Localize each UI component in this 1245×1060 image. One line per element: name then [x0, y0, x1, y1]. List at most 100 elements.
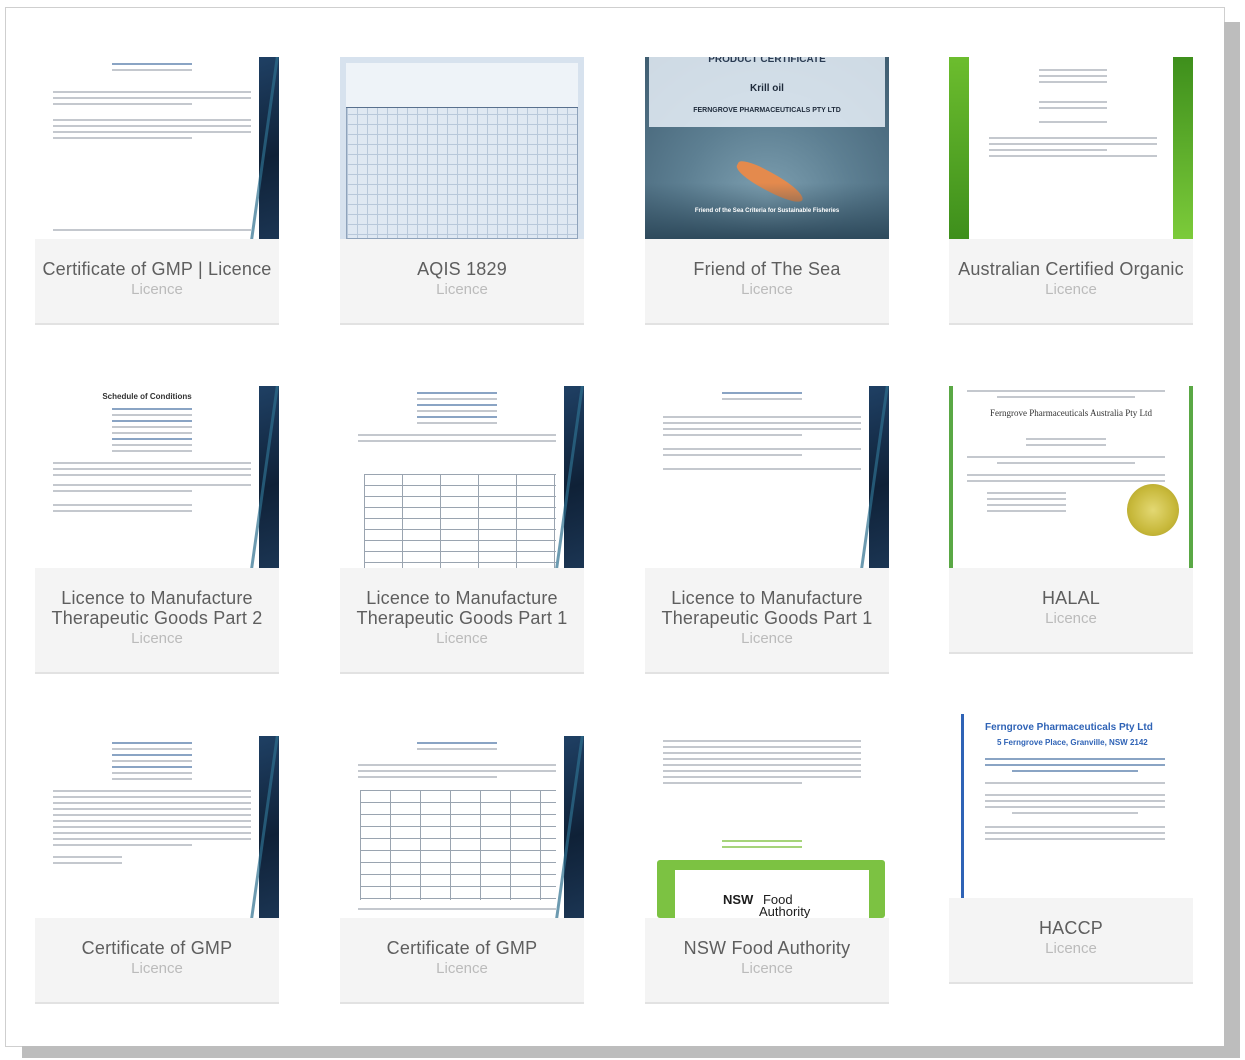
- card-title[interactable]: Certificate of GMP: [35, 918, 279, 958]
- card-title[interactable]: HALAL: [949, 568, 1193, 608]
- card-title[interactable]: Licence to Manufacture Therapeutic Goods…: [340, 568, 584, 628]
- card-info: AQIS 1829 Licence: [340, 239, 584, 325]
- card-subtitle: Licence: [436, 630, 488, 647]
- frame-shadow-bottom: [22, 1046, 1240, 1058]
- card-title[interactable]: Licence to Manufacture Therapeutic Goods…: [645, 568, 889, 628]
- document-text-lines: [989, 69, 1157, 161]
- card-title[interactable]: Australian Certified Organic: [949, 239, 1193, 279]
- document-table: [364, 474, 556, 568]
- navy-band-decoration: [259, 57, 279, 239]
- certificate-product: Krill oil: [750, 83, 784, 94]
- card-subtitle: Licence: [741, 630, 793, 647]
- certificate-card[interactable]: Australian Certified Organic Licence: [949, 57, 1193, 325]
- blue-border-decoration: [961, 714, 964, 898]
- certificate-card[interactable]: Ferngrove Pharmaceuticals Australia Pty …: [949, 386, 1193, 654]
- certificate-card[interactable]: Schedule of Conditions Licence to Manufa…: [35, 386, 279, 674]
- card-title[interactable]: Certificate of GMP: [340, 918, 584, 958]
- card-title[interactable]: NSW Food Authority: [645, 918, 889, 958]
- halal-seal-icon: [1127, 484, 1179, 536]
- navy-band-decoration: [869, 386, 889, 568]
- certificate-card[interactable]: Licence to Manufacture Therapeutic Goods…: [645, 386, 889, 674]
- card-title[interactable]: Friend of The Sea: [645, 239, 889, 279]
- card-subtitle: Licence: [436, 281, 488, 298]
- schedule-title: Schedule of Conditions: [102, 392, 192, 401]
- certificate-card[interactable]: Certificate of GMP Licence: [340, 736, 584, 1004]
- nsw-food-authority-logo: NSW Food Authority: [723, 892, 811, 918]
- card-title-line: Therapeutic Goods Part 1: [661, 608, 873, 628]
- nsw-logo-text: NSW: [723, 892, 754, 907]
- card-subtitle: Licence: [131, 630, 183, 647]
- document-text-lines: [663, 740, 861, 788]
- certificate-thumbnail[interactable]: Schedule of Conditions: [35, 386, 279, 568]
- certificate-card[interactable]: AQIS 1829 Licence: [340, 57, 584, 325]
- card-title-line: Licence to Manufacture: [671, 588, 863, 608]
- card-title[interactable]: AQIS 1829: [340, 239, 584, 279]
- green-border-decoration: [1189, 386, 1193, 568]
- certificate-company: FERNGROVE PHARMACEUTICALS PTY LTD: [693, 107, 841, 114]
- certificate-thumbnail[interactable]: [949, 57, 1193, 239]
- card-title-line: Licence to Manufacture: [61, 588, 253, 608]
- certificate-card[interactable]: NSW Food Authority NSW Food Authority Li…: [645, 736, 889, 1004]
- card-subtitle: Licence: [1045, 610, 1097, 627]
- navy-band-decoration: [259, 736, 279, 918]
- halal-company: Ferngrove Pharmaceuticals Australia Pty …: [990, 408, 1152, 418]
- certificate-thumbnail[interactable]: [35, 736, 279, 918]
- navy-band-decoration: [259, 386, 279, 568]
- card-subtitle: Licence: [741, 960, 793, 977]
- certificate-thumbnail[interactable]: [340, 736, 584, 918]
- haccp-company: Ferngrove Pharmaceuticals Pty Ltd: [985, 722, 1153, 733]
- certificate-thumbnail[interactable]: NSW Food Authority: [645, 736, 889, 918]
- document-text-lines: [358, 392, 556, 446]
- card-info: NSW Food Authority Licence: [645, 918, 889, 1004]
- certificate-thumbnail[interactable]: [340, 57, 584, 239]
- document-text-lines: [358, 742, 556, 782]
- certificate-card[interactable]: Certificate of GMP Licence: [35, 736, 279, 1004]
- card-info: Certificate of GMP | Licence Licence: [35, 239, 279, 325]
- certificate-card[interactable]: PRODUCT CERTIFICATE Krill oil FERNGROVE …: [645, 57, 889, 325]
- authority-logo-text: Authority: [759, 904, 811, 918]
- certificate-card[interactable]: Ferngrove Pharmaceuticals Pty Ltd 5 Fern…: [949, 714, 1193, 984]
- certificate-thumbnail[interactable]: [645, 386, 889, 568]
- document-text-lines: [53, 742, 251, 868]
- document-text-lines: [663, 392, 861, 474]
- card-title-line: Licence to Manufacture: [366, 588, 558, 608]
- navy-band-decoration: [564, 736, 584, 918]
- card-info: Australian Certified Organic Licence: [949, 239, 1193, 325]
- certificate-card[interactable]: Certificate of GMP | Licence Licence: [35, 57, 279, 325]
- document-text-lines: [985, 758, 1165, 844]
- card-info: Certificate of GMP Licence: [340, 918, 584, 1004]
- card-info: HALAL Licence: [949, 568, 1193, 654]
- certificate-thumbnail[interactable]: [35, 57, 279, 239]
- card-info: Friend of The Sea Licence: [645, 239, 889, 325]
- navy-band-decoration: [564, 386, 584, 568]
- certificate-card[interactable]: Licence to Manufacture Therapeutic Goods…: [340, 386, 584, 674]
- certificate-thumbnail[interactable]: [340, 386, 584, 568]
- card-title[interactable]: Licence to Manufacture Therapeutic Goods…: [35, 568, 279, 628]
- card-subtitle: Licence: [1045, 281, 1097, 298]
- card-subtitle: Licence: [131, 960, 183, 977]
- certificate-thumbnail[interactable]: Ferngrove Pharmaceuticals Pty Ltd 5 Fern…: [949, 714, 1193, 898]
- card-subtitle: Licence: [1045, 940, 1097, 957]
- card-title[interactable]: HACCP: [949, 898, 1193, 938]
- card-info: HACCP Licence: [949, 898, 1193, 984]
- frame-shadow-right: [1224, 22, 1240, 1052]
- haccp-address: 5 Ferngrove Place, Granville, NSW 2142: [997, 738, 1148, 747]
- document-text-lines: [663, 840, 861, 852]
- card-subtitle: Licence: [131, 281, 183, 298]
- certificate-thumbnail[interactable]: Ferngrove Pharmaceuticals Australia Pty …: [949, 386, 1193, 568]
- card-info: Licence to Manufacture Therapeutic Goods…: [35, 568, 279, 674]
- document-text-lines: [53, 408, 251, 516]
- document-text-lines: [53, 63, 251, 235]
- certificate-header: PRODUCT CERTIFICATE: [708, 57, 826, 65]
- certificate-thumbnail[interactable]: PRODUCT CERTIFICATE Krill oil FERNGROVE …: [645, 57, 889, 239]
- green-border-decoration: [949, 386, 953, 568]
- card-title[interactable]: Certificate of GMP | Licence: [35, 239, 279, 279]
- card-title-line: Therapeutic Goods Part 1: [356, 608, 568, 628]
- card-subtitle: Licence: [436, 960, 488, 977]
- card-title-line: Therapeutic Goods Part 2: [51, 608, 263, 628]
- certificate-criteria: Friend of the Sea Criteria for Sustainab…: [694, 208, 840, 214]
- card-info: Licence to Manufacture Therapeutic Goods…: [340, 568, 584, 674]
- document-table: [360, 790, 556, 900]
- document-text-lines: [358, 908, 556, 914]
- document-text-lines: [967, 390, 1165, 402]
